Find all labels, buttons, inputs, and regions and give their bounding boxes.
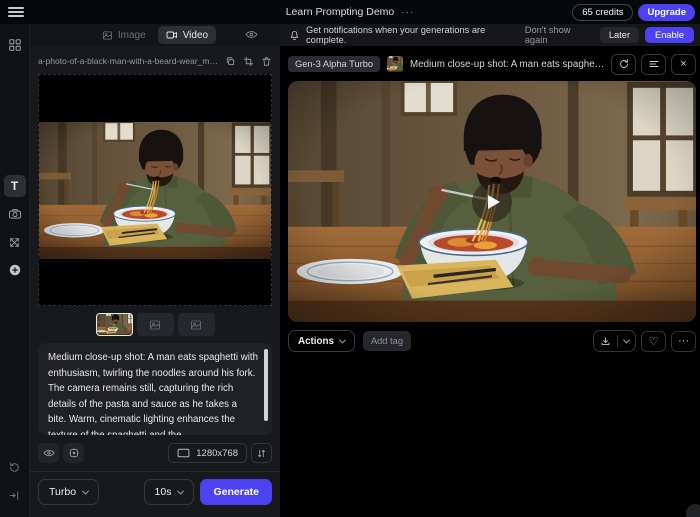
add-tag-button[interactable]: Add tag bbox=[363, 331, 411, 351]
duration-select[interactable]: 10s bbox=[144, 479, 195, 505]
workspace-title-wrap[interactable]: Learn Prompting Demo ··· bbox=[286, 0, 415, 24]
download-button[interactable] bbox=[593, 330, 636, 352]
model-select-value: Turbo bbox=[49, 486, 76, 498]
prompt-scrollbar[interactable] bbox=[264, 349, 268, 421]
more-options-icon[interactable]: ··· bbox=[671, 331, 696, 352]
play-icon bbox=[488, 195, 500, 209]
collapse-panel-icon[interactable] bbox=[4, 484, 26, 506]
image-icon bbox=[102, 30, 113, 41]
history-icon[interactable] bbox=[4, 456, 26, 478]
keyframe-thumb-first[interactable] bbox=[96, 313, 133, 336]
duration-select-value: 10s bbox=[155, 486, 172, 498]
output-actions-row: Actions Add tag ♡ ··· bbox=[288, 330, 696, 352]
chevron-down-icon bbox=[177, 487, 184, 494]
resolution-value: 1280x768 bbox=[196, 448, 238, 459]
text-tool-icon[interactable]: T bbox=[4, 175, 26, 197]
camera-tool-icon[interactable] bbox=[4, 203, 26, 225]
play-button[interactable] bbox=[472, 182, 512, 222]
video-player[interactable] bbox=[288, 81, 696, 322]
seed-crosshair-icon[interactable] bbox=[63, 443, 84, 463]
workspace-menu-icon[interactable]: ··· bbox=[401, 7, 414, 18]
workspace-title: Learn Prompting Demo bbox=[286, 6, 395, 18]
close-icon[interactable]: × bbox=[671, 54, 696, 75]
download-icon bbox=[594, 336, 617, 347]
landscape-aspect-icon bbox=[177, 448, 190, 458]
mode-tabs: Image Video bbox=[30, 24, 280, 46]
dont-show-again-link[interactable]: Don't show again bbox=[525, 25, 591, 45]
preview-eye-icon[interactable] bbox=[38, 443, 59, 463]
keyframe-thumbnails bbox=[30, 313, 280, 336]
image-placeholder-icon bbox=[190, 319, 202, 331]
image-placeholder-icon bbox=[149, 319, 161, 331]
expand-arrows-icon[interactable] bbox=[4, 231, 26, 253]
settings-sliders-icon[interactable] bbox=[251, 443, 272, 463]
credits-badge[interactable]: 65 credits bbox=[572, 4, 633, 21]
trash-icon[interactable] bbox=[261, 56, 272, 67]
chevron-down-icon bbox=[623, 336, 630, 343]
resolution-selector[interactable]: 1280x768 bbox=[168, 443, 247, 463]
upgrade-button[interactable]: Upgrade bbox=[638, 4, 695, 21]
notification-bar: Get notifications when your generations … bbox=[280, 24, 700, 46]
enable-button[interactable]: Enable bbox=[645, 27, 694, 43]
chevron-down-icon bbox=[82, 487, 89, 494]
tab-video[interactable]: Video bbox=[158, 26, 216, 44]
generate-row: Turbo 10s Generate bbox=[30, 472, 280, 514]
generation-thumbnail bbox=[387, 56, 403, 72]
notification-message: Get notifications when your generations … bbox=[306, 25, 513, 45]
input-file-row: a-photo-of-a-black-man-with-a-beard-wear… bbox=[38, 54, 272, 68]
chat-widget-bubble[interactable] bbox=[686, 504, 700, 517]
later-button[interactable]: Later bbox=[600, 27, 639, 43]
assets-grid-icon[interactable] bbox=[4, 34, 26, 56]
keyframe-thumb-last[interactable] bbox=[178, 313, 215, 336]
generate-button[interactable]: Generate bbox=[200, 479, 272, 505]
details-list-icon[interactable] bbox=[641, 54, 666, 75]
input-image-preview[interactable] bbox=[38, 74, 272, 306]
model-badge: Gen-3 Alpha Turbo bbox=[288, 56, 380, 72]
model-select[interactable]: Turbo bbox=[38, 479, 99, 505]
generation-input-panel: Image Video a-photo-of-a-black-man-with-… bbox=[30, 24, 280, 517]
chevron-down-icon bbox=[339, 336, 346, 343]
generation-title: Medium close-up shot: A man eats spaghet… bbox=[410, 59, 606, 70]
app-window: Learn Prompting Demo ··· 65 credits Upgr… bbox=[0, 0, 700, 517]
crop-icon[interactable] bbox=[243, 56, 254, 67]
prompt-text[interactable]: Medium close-up shot: A man eats spaghet… bbox=[48, 350, 258, 435]
rerun-icon[interactable] bbox=[611, 54, 636, 75]
keyframe-thumb-image bbox=[96, 313, 133, 336]
generation-header: Gen-3 Alpha Turbo Medium close-up shot: … bbox=[288, 53, 696, 75]
actions-menu-button[interactable]: Actions bbox=[288, 330, 355, 352]
favorite-heart-icon[interactable]: ♡ bbox=[641, 331, 666, 352]
tab-image[interactable]: Image bbox=[94, 27, 154, 44]
hamburger-menu-icon[interactable] bbox=[8, 7, 24, 17]
video-icon bbox=[166, 29, 178, 41]
visibility-eye-icon[interactable] bbox=[245, 28, 258, 41]
topbar: Learn Prompting Demo ··· 65 credits Upgr… bbox=[0, 0, 700, 24]
add-circle-icon[interactable] bbox=[4, 259, 26, 281]
prompt-input[interactable]: Medium close-up shot: A man eats spaghet… bbox=[38, 343, 272, 435]
prompt-options-row: 1280x768 bbox=[38, 443, 272, 463]
input-image-filename: a-photo-of-a-black-man-with-a-beard-wear… bbox=[38, 56, 218, 66]
bell-icon bbox=[289, 30, 300, 41]
generation-output-panel: Get notifications when your generations … bbox=[280, 24, 700, 517]
tool-sidebar: T bbox=[0, 24, 30, 517]
download-options-button[interactable] bbox=[618, 339, 635, 344]
copy-icon[interactable] bbox=[225, 56, 236, 67]
keyframe-thumb-middle[interactable] bbox=[137, 313, 174, 336]
input-image bbox=[39, 122, 271, 259]
